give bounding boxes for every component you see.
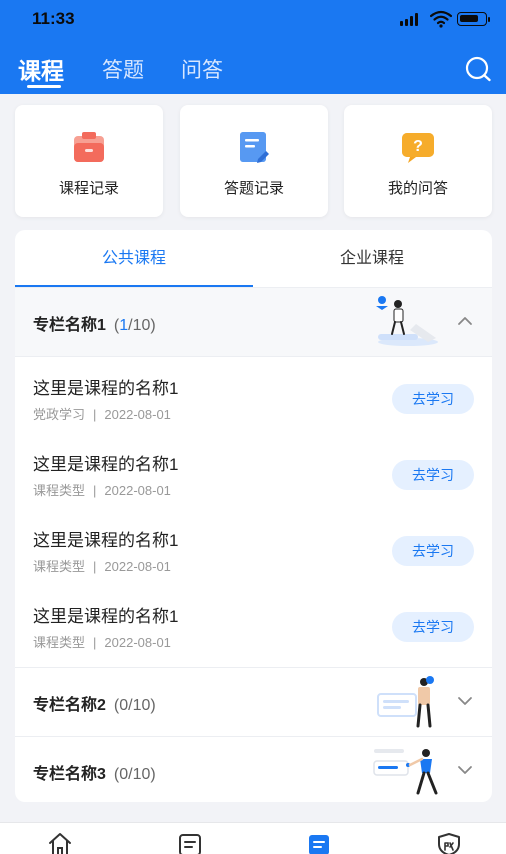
- course-item[interactable]: 这里是课程的名称1 课程类型 | 2022-08-01 去学习: [15, 588, 492, 664]
- course-title: 这里是课程的名称1: [33, 455, 179, 474]
- home-icon[interactable]: [47, 831, 73, 854]
- course-item[interactable]: 这里是课程的名称1 课程类型 | 2022-08-01 去学习: [15, 436, 492, 512]
- chevron-down-icon[interactable]: [457, 764, 473, 776]
- chevron-up-icon[interactable]: [457, 315, 473, 327]
- wifi-icon: [430, 10, 452, 28]
- course-item[interactable]: 这里是课程的名称1 党政学习 | 2022-08-01 去学习: [15, 360, 492, 436]
- document-edit-icon: [240, 132, 269, 163]
- course-meta: 课程类型 | 2022-08-01: [33, 559, 171, 574]
- course-meta: 党政学习 | 2022-08-01: [33, 407, 171, 422]
- divider: [15, 356, 492, 357]
- question-bubble-icon: ?: [402, 133, 434, 163]
- active-tab-indicator: [27, 85, 61, 88]
- course-item[interactable]: 这里是课程的名称1 课程类型 | 2022-08-01 去学习: [15, 512, 492, 588]
- svg-text:?: ?: [413, 138, 423, 155]
- go-study-button[interactable]: 去学习: [392, 536, 474, 566]
- column-title: 专栏名称1 (1/10): [33, 317, 156, 334]
- quiz-record-entry[interactable]: 答题记录: [180, 105, 328, 217]
- tab-enterprise-course[interactable]: 企业课程: [253, 230, 491, 287]
- column-title: 专栏名称2 (0/10): [33, 697, 156, 714]
- clipboard-icon: [74, 132, 104, 162]
- course-panel: 公共课程 企业课程 专栏名称1 (1/10) 这里是课程的名称1 党政学习 | 202…: [15, 230, 492, 802]
- tab-qa[interactable]: 问答: [181, 54, 223, 84]
- study-illustration-icon: [376, 296, 438, 346]
- course-title: 这里是课程的名称1: [33, 607, 179, 626]
- my-qa-label: 我的问答: [387, 180, 448, 197]
- course-meta: 课程类型 | 2022-08-01: [33, 483, 171, 498]
- go-study-button[interactable]: 去学习: [392, 460, 474, 490]
- column-progress: (1/10): [113, 317, 156, 334]
- list-icon[interactable]: [177, 831, 203, 854]
- column-header-1[interactable]: 专栏名称1 (1/10): [15, 288, 492, 356]
- column-header-2[interactable]: 专栏名称2 (0/10): [15, 668, 492, 736]
- column-title: 专栏名称3 (0/10): [33, 766, 156, 783]
- course-record-label: 课程记录: [58, 180, 119, 197]
- go-study-button[interactable]: 去学习: [392, 612, 474, 642]
- go-study-button[interactable]: 去学习: [392, 384, 474, 414]
- my-qa-entry[interactable]: ? 我的问答: [344, 105, 492, 217]
- shield-icon[interactable]: [436, 831, 462, 854]
- quiz-record-label: 答题记录: [223, 180, 284, 197]
- presenter-illustration-icon: [377, 676, 434, 728]
- top-nav: 课程 答题 问答: [0, 40, 506, 94]
- course-title: 这里是课程的名称1: [33, 379, 179, 398]
- tab-public-course[interactable]: 公共课程: [15, 230, 253, 287]
- column-header-3[interactable]: 专栏名称3 (0/10): [15, 737, 492, 802]
- column-progress: (0/10): [113, 697, 156, 714]
- course-title: 这里是课程的名称1: [33, 531, 179, 550]
- bottom-tab-bar: [0, 822, 506, 854]
- course-icon[interactable]: [306, 831, 332, 854]
- tab-quiz[interactable]: 答题: [102, 54, 144, 84]
- battery-icon: [457, 12, 490, 26]
- search-icon[interactable]: [464, 55, 492, 83]
- status-bar: 11:33: [0, 0, 506, 40]
- course-meta: 课程类型 | 2022-08-01: [33, 635, 171, 650]
- status-time: 11:33: [32, 9, 75, 28]
- worker-illustration-icon: [373, 749, 438, 795]
- cellular-signal-icon: [400, 12, 418, 26]
- column-progress: (0/10): [113, 766, 156, 783]
- chevron-down-icon[interactable]: [457, 695, 473, 707]
- tab-course[interactable]: 课程: [18, 52, 64, 86]
- course-record-entry[interactable]: 课程记录: [15, 105, 163, 217]
